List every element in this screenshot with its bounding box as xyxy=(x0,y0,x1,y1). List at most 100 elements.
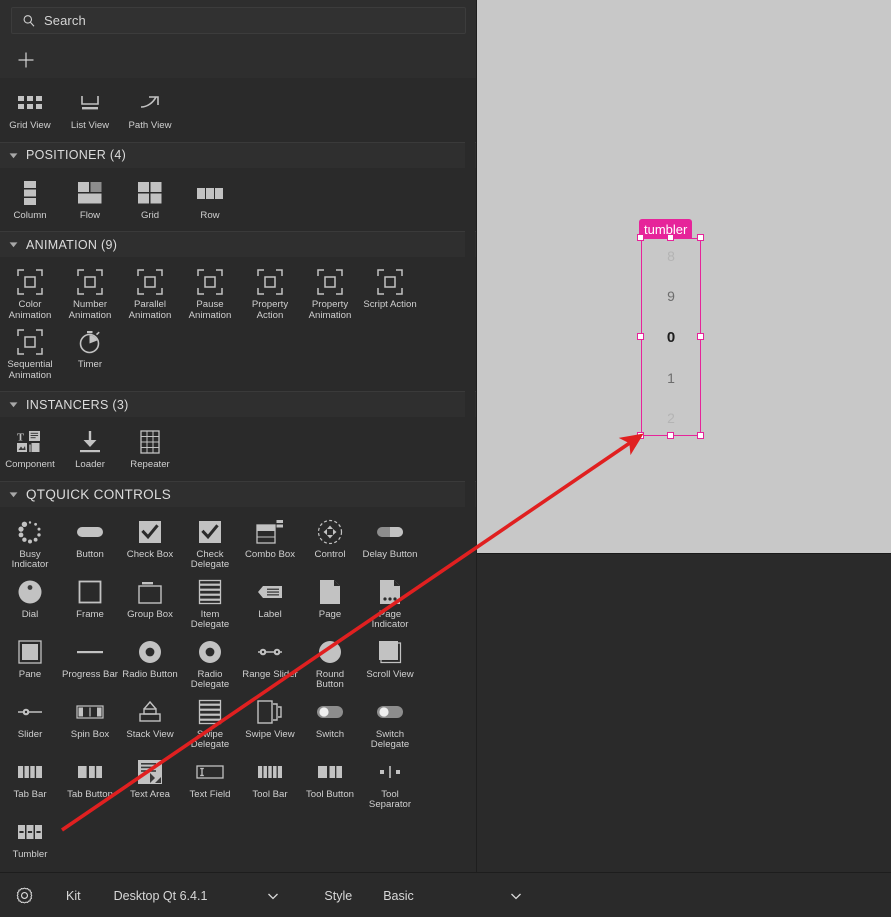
library-item-tool-bar[interactable]: Tool Bar xyxy=(240,753,300,813)
resize-handle-middle-right[interactable] xyxy=(697,333,704,340)
library-item-tool-button[interactable]: Tool Button xyxy=(300,753,360,813)
animation-bracket-icon xyxy=(15,327,45,357)
library-item-property-animation[interactable]: Property Animation xyxy=(300,263,360,323)
library-item-component[interactable]: T Component xyxy=(0,423,60,473)
resize-handle-bottom-right[interactable] xyxy=(697,432,704,439)
library-item-swipe-delegate[interactable]: Swipe Delegate xyxy=(180,693,240,753)
library-item-text-field[interactable]: Text Field xyxy=(180,753,240,813)
resize-handle-bottom-center[interactable] xyxy=(667,432,674,439)
library-item-grid-view[interactable]: Grid View xyxy=(0,84,60,134)
library-item-page[interactable]: Page xyxy=(300,573,360,633)
chevron-down-icon-style[interactable] xyxy=(507,887,525,905)
library-item-label: Radio Delegate xyxy=(190,668,230,690)
library-item-tumbler[interactable]: Tumbler xyxy=(0,813,60,863)
library-item-label: Property Animation xyxy=(308,299,352,321)
library-item-script-action[interactable]: Script Action xyxy=(360,263,420,323)
library-item-radio-delegate[interactable]: Radio Delegate xyxy=(180,633,240,693)
library-item-switch[interactable]: Switch xyxy=(300,693,360,753)
chevron-down-icon[interactable] xyxy=(8,400,18,410)
library-item-stack-view[interactable]: Stack View xyxy=(120,693,180,753)
library-item-label[interactable]: Label xyxy=(240,573,300,633)
library-item-pause-animation[interactable]: Pause Animation xyxy=(180,263,240,323)
library-item-dial[interactable]: Dial xyxy=(0,573,60,633)
library-item-control[interactable]: Control xyxy=(300,513,360,573)
stack-view-icon xyxy=(135,697,165,727)
library-item-item-delegate[interactable]: Item Delegate xyxy=(180,573,240,633)
tumbler-component-bounds[interactable] xyxy=(641,238,701,436)
section-header-instancers[interactable]: INSTANCERS (3) xyxy=(0,391,477,417)
section-header-positioner[interactable]: POSITIONER (4) xyxy=(0,141,477,168)
library-item-label: Page Indicator xyxy=(371,608,409,630)
resize-handle-top-left[interactable] xyxy=(637,234,644,241)
kit-value[interactable]: Desktop Qt 6.4.1 xyxy=(114,889,208,903)
section-header-animation[interactable]: ANIMATION (9) xyxy=(0,231,477,257)
gear-icon[interactable] xyxy=(12,884,36,908)
library-item-round-button[interactable]: Round Button xyxy=(300,633,360,693)
library-item-list-view[interactable]: List View xyxy=(60,84,120,134)
grid-icon xyxy=(135,178,165,208)
group-box-icon xyxy=(135,577,165,607)
library-scrollbar-track[interactable] xyxy=(465,78,475,872)
library-item-delay-button[interactable]: Delay Button xyxy=(360,513,420,573)
library-item-busy-indicator[interactable]: Busy Indicator xyxy=(0,513,60,573)
library-item-tab-bar[interactable]: Tab Bar xyxy=(0,753,60,813)
canvas-outside-area xyxy=(477,553,891,873)
style-value[interactable]: Basic xyxy=(383,889,414,903)
resize-handle-top-right[interactable] xyxy=(697,234,704,241)
library-item-parallel-animation[interactable]: Parallel Animation xyxy=(120,263,180,323)
frame-icon xyxy=(75,577,105,607)
library-item-label: Scroll View xyxy=(366,668,414,680)
section-header-qtquick-controls[interactable]: QTQUICK CONTROLS xyxy=(0,480,477,507)
library-item-text-area[interactable]: Text Area xyxy=(120,753,180,813)
library-item-property-action[interactable]: Property Action xyxy=(240,263,300,323)
library-item-repeater[interactable]: Repeater xyxy=(120,423,180,473)
library-item-loader[interactable]: Loader xyxy=(60,423,120,473)
library-item-check-box[interactable]: Check Box xyxy=(120,513,180,573)
library-item-label: Frame xyxy=(76,608,104,620)
loader-icon xyxy=(75,427,105,457)
search-input[interactable]: Search xyxy=(11,7,466,34)
library-item-switch-delegate[interactable]: Switch Delegate xyxy=(360,693,420,753)
library-item-frame[interactable]: Frame xyxy=(60,573,120,633)
chevron-down-icon[interactable] xyxy=(8,150,18,160)
library-item-radio-button[interactable]: Radio Button xyxy=(120,633,180,693)
library-item-label: Slider xyxy=(17,728,43,740)
chevron-down-icon-kit[interactable] xyxy=(264,887,282,905)
library-item-grid[interactable]: Grid xyxy=(120,174,180,224)
library-item-progress-bar[interactable]: Progress Bar xyxy=(60,633,120,693)
library-item-sequential-animation[interactable]: Sequential Animation xyxy=(0,323,60,383)
library-item-slider[interactable]: Slider xyxy=(0,693,60,753)
section-grid-animation: Color Animation Number Animation Paralle… xyxy=(0,257,477,391)
library-item-color-animation[interactable]: Color Animation xyxy=(0,263,60,323)
library-item-column[interactable]: Column xyxy=(0,174,60,224)
busy-indicator-icon xyxy=(15,517,45,547)
add-button[interactable] xyxy=(15,49,37,71)
chevron-down-icon[interactable] xyxy=(8,489,18,499)
library-item-button[interactable]: Button xyxy=(60,513,120,573)
library-item-flow[interactable]: Flow xyxy=(60,174,120,224)
library-item-swipe-view[interactable]: Swipe View xyxy=(240,693,300,753)
library-item-scroll-view[interactable]: Scroll View xyxy=(360,633,420,693)
library-item-range-slider[interactable]: Range Slider xyxy=(240,633,300,693)
library-item-spin-box[interactable]: Spin Box xyxy=(60,693,120,753)
library-item-label: Control xyxy=(314,548,346,560)
library-item-pane[interactable]: Pane xyxy=(0,633,60,693)
resize-handle-top-center[interactable] xyxy=(667,234,674,241)
library-item-label: Tool Separator xyxy=(368,788,412,810)
library-item-tool-separator[interactable]: Tool Separator xyxy=(360,753,420,813)
library-item-check-delegate[interactable]: Check Delegate xyxy=(180,513,240,573)
resize-handle-middle-left[interactable] xyxy=(637,333,644,340)
library-item-page-indicator[interactable]: Page Indicator xyxy=(360,573,420,633)
selected-item-label-badge[interactable]: tumbler xyxy=(639,219,693,239)
library-item-combo-box[interactable]: Combo Box xyxy=(240,513,300,573)
library-scroll-area[interactable]: Grid View List View Path View POSITIONER… xyxy=(0,78,477,872)
library-item-group-box[interactable]: Group Box xyxy=(120,573,180,633)
library-item-row[interactable]: Row xyxy=(180,174,240,224)
library-item-timer[interactable]: Timer xyxy=(60,323,120,383)
item-delegate-icon xyxy=(195,577,225,607)
library-item-number-animation[interactable]: Number Animation xyxy=(60,263,120,323)
library-item-path-view[interactable]: Path View xyxy=(120,84,180,134)
resize-handle-bottom-left[interactable] xyxy=(637,432,644,439)
library-item-tab-button[interactable]: Tab Button xyxy=(60,753,120,813)
chevron-down-icon[interactable] xyxy=(8,240,18,250)
